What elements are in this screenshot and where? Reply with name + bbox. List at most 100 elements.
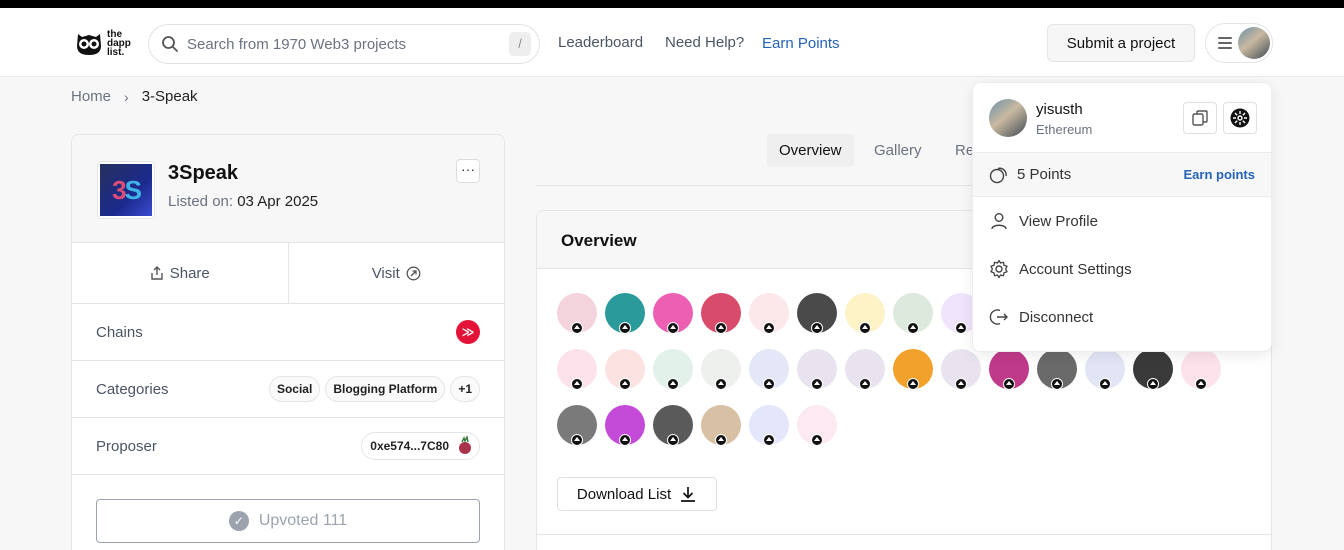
nav-leaderboard[interactable]: Leaderboard [558, 34, 643, 51]
project-card-header: 3S 3Speak Listed on: 03 Apr 2025 ··· [72, 135, 504, 243]
network-name: Ethereum [1036, 122, 1093, 137]
points-row: 5 Points Earn points [973, 153, 1271, 197]
share-icon [151, 266, 163, 280]
upvoter-avatar[interactable] [1085, 349, 1125, 390]
external-link-icon [406, 266, 421, 280]
proposer-row: Proposer 0xe574...7C80 [72, 418, 504, 475]
download-list-button[interactable]: Download List [557, 477, 717, 511]
submit-project-button[interactable]: Submit a project [1047, 24, 1195, 62]
upvote-badge-icon [1195, 378, 1207, 390]
tab-overview[interactable]: Overview [767, 134, 854, 167]
upvoter-avatar[interactable] [557, 405, 597, 446]
upvote-badge-icon [859, 322, 871, 334]
user-dropdown-menu: yisusth Ethereum 5 Points Earn points Vi… [972, 82, 1272, 352]
upvoter-avatar[interactable] [749, 349, 789, 390]
coins-icon [989, 167, 1007, 183]
earn-points-link[interactable]: Earn points [1183, 167, 1255, 182]
wallet-button[interactable] [1223, 102, 1257, 134]
upvoter-avatar[interactable] [653, 405, 693, 446]
search-box[interactable]: / [148, 24, 540, 64]
upvoter-avatar[interactable] [797, 405, 837, 446]
upvote-button[interactable]: ✓ Upvoted 111 [96, 499, 480, 543]
categories-row: Categories Social Blogging Platform +1 [72, 361, 504, 418]
upvote-badge-icon [859, 378, 871, 390]
upvoter-avatar[interactable] [557, 293, 597, 334]
upvoter-avatar[interactable] [1037, 349, 1077, 390]
upvoter-avatar[interactable] [701, 293, 741, 334]
site-header: the dapp list. / Leaderboard Need Help? … [0, 8, 1344, 77]
menu-view-profile[interactable]: View Profile [973, 197, 1271, 245]
upvoter-avatar[interactable] [1181, 349, 1221, 390]
breadcrumb-home[interactable]: Home [71, 88, 111, 105]
upvoter-avatar[interactable] [605, 405, 645, 446]
upvote-badge-icon [955, 378, 967, 390]
upvoter-avatar[interactable] [605, 293, 645, 334]
upvoter-avatar[interactable] [701, 405, 741, 446]
user-menu-button[interactable] [1205, 23, 1273, 63]
menu-disconnect[interactable]: Disconnect [973, 293, 1271, 341]
upvote-badge-icon [907, 378, 919, 390]
nav-earn-points[interactable]: Earn Points [762, 35, 840, 52]
upvoter-avatar[interactable] [797, 293, 837, 334]
upvoter-avatar[interactable] [605, 349, 645, 390]
site-logo[interactable]: the dapp list. [74, 28, 131, 58]
upvote-badge-icon [667, 434, 679, 446]
upvote-badge-icon [955, 322, 967, 334]
upvote-badge-icon [811, 434, 823, 446]
category-more-tag[interactable]: +1 [450, 376, 480, 402]
listed-on: Listed on: 03 Apr 2025 [168, 193, 319, 210]
upvote-badge-icon [1099, 378, 1111, 390]
share-button[interactable]: Share [72, 243, 289, 303]
proposer-avatar [455, 434, 475, 456]
menu-account-settings[interactable]: Account Settings [973, 245, 1271, 293]
upvoter-avatar[interactable] [845, 293, 885, 334]
upvoter-avatar[interactable] [653, 349, 693, 390]
hive-chain-icon[interactable]: ≫ [456, 320, 480, 344]
upvote-badge-icon [763, 322, 775, 334]
upvoter-avatar[interactable] [893, 349, 933, 390]
project-logo: 3S [97, 161, 155, 219]
breadcrumb-current: 3-Speak [141, 88, 198, 105]
upvoter-avatar[interactable] [941, 349, 981, 390]
tab-gallery[interactable]: Gallery [862, 134, 934, 167]
breadcrumb: Home › 3-Speak [71, 88, 198, 105]
upvoter-avatar[interactable] [557, 349, 597, 390]
upvote-badge-icon [715, 378, 727, 390]
category-tag[interactable]: Blogging Platform [325, 376, 446, 402]
upvoter-avatar[interactable] [797, 349, 837, 390]
upvoter-avatar[interactable] [1133, 349, 1173, 390]
upvote-badge-icon [715, 434, 727, 446]
user-icon [991, 213, 1007, 230]
upvoter-avatar[interactable] [653, 293, 693, 334]
search-input[interactable] [187, 35, 507, 53]
upvoter-avatar[interactable] [749, 293, 789, 334]
top-black-bar [0, 0, 1344, 8]
nav-need-help[interactable]: Need Help? [665, 34, 744, 51]
divider [537, 534, 1271, 535]
copy-icon [1192, 110, 1208, 126]
upvoter-avatar[interactable] [845, 349, 885, 390]
upvote-badge-icon [715, 322, 727, 334]
proposer-badge[interactable]: 0xe574...7C80 [361, 432, 480, 460]
avatar [989, 99, 1027, 137]
upvote-badge-icon [571, 434, 583, 446]
owl-eyes-icon [77, 34, 101, 55]
upvote-badge-icon [619, 378, 631, 390]
upvote-badge-icon [667, 378, 679, 390]
upvoter-avatar[interactable] [893, 293, 933, 334]
upvote-badge-icon [1051, 378, 1063, 390]
project-name: 3Speak [168, 162, 239, 184]
category-tag[interactable]: Social [268, 376, 321, 402]
wallet-logo-icon [1230, 108, 1250, 128]
upvoter-avatar[interactable] [701, 349, 741, 390]
more-options-icon[interactable]: ··· [456, 159, 480, 183]
chains-row: Chains ≫ [72, 304, 504, 361]
upvote-badge-icon [811, 378, 823, 390]
visit-button[interactable]: Visit [289, 243, 505, 303]
project-card: 3S 3Speak Listed on: 03 Apr 2025 ··· Sha… [71, 134, 505, 550]
copy-address-button[interactable] [1183, 102, 1217, 134]
upvoter-avatar[interactable] [749, 405, 789, 446]
hamburger-icon [1218, 37, 1232, 52]
gear-icon [990, 259, 1008, 279]
upvoter-avatar[interactable] [989, 349, 1029, 390]
